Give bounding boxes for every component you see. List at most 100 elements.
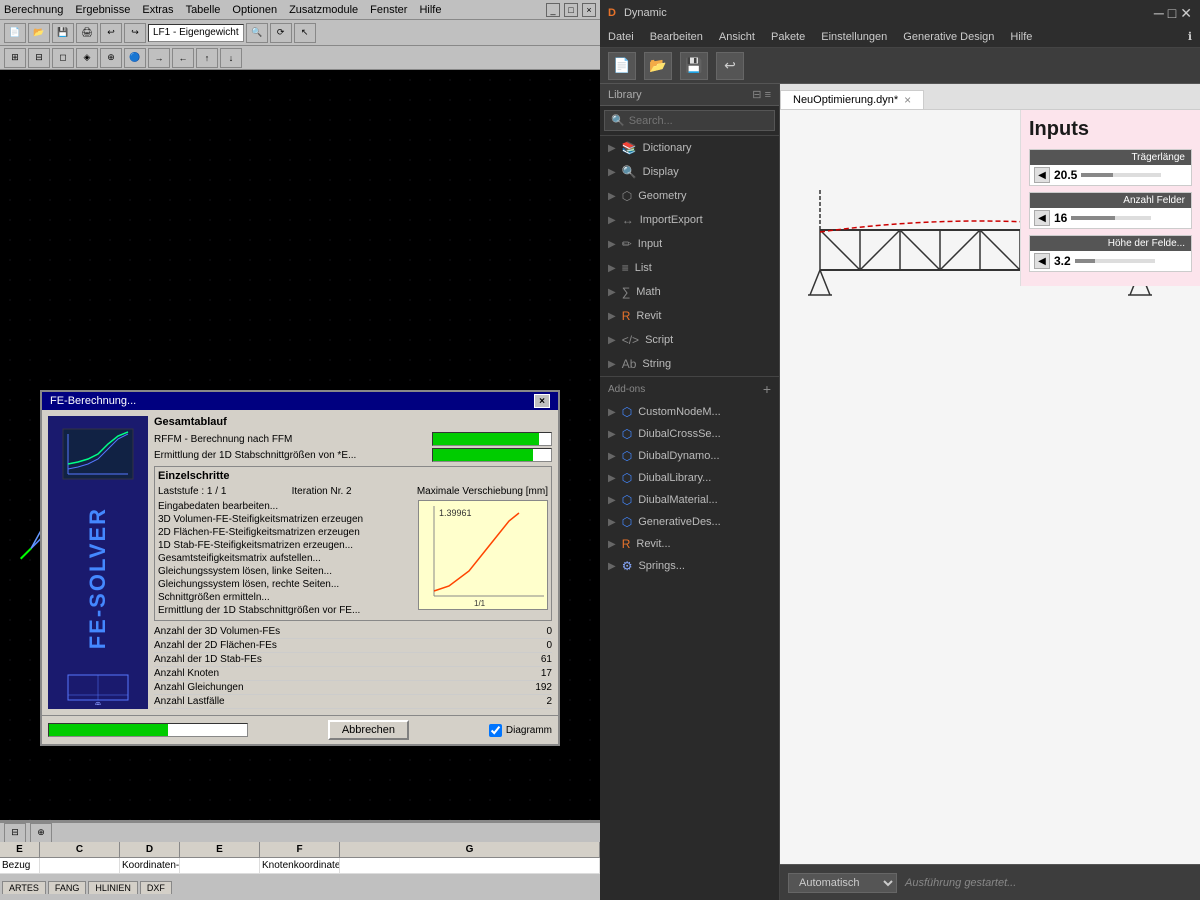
tab-hlinien[interactable]: HLINIEN bbox=[88, 881, 138, 894]
cell-knotenkoord[interactable]: Knotenkoordinaten bbox=[260, 858, 340, 873]
close-btn[interactable]: × bbox=[582, 3, 596, 17]
tb2-3[interactable]: ◻ bbox=[52, 48, 74, 68]
hoehe-slider[interactable] bbox=[1075, 259, 1155, 263]
dyn-new-btn[interactable]: 📄 bbox=[608, 52, 636, 80]
tb2-5[interactable]: ⊕ bbox=[100, 48, 122, 68]
lib-item-script[interactable]: ▶ </> Script bbox=[600, 328, 779, 352]
cell-koordinaten[interactable]: Koordinaten- bbox=[120, 858, 180, 873]
menu-extras[interactable]: Extras bbox=[142, 4, 173, 16]
tb-undo[interactable]: ↩ bbox=[100, 23, 122, 43]
dyn-open-btn[interactable]: 📂 bbox=[644, 52, 672, 80]
lib-item-revit[interactable]: ▶ R Revit bbox=[600, 304, 779, 328]
menu-optionen[interactable]: Optionen bbox=[232, 4, 277, 16]
menu-tabelle[interactable]: Tabelle bbox=[186, 4, 221, 16]
traeger-slider[interactable] bbox=[1081, 173, 1161, 177]
addon-icon-7: R bbox=[622, 537, 631, 551]
dynamo-close[interactable]: ✕ bbox=[1180, 5, 1192, 22]
lib-item-importexport[interactable]: ▶ ↔ ImportExport bbox=[600, 208, 779, 232]
tb-rotate[interactable]: ⟳ bbox=[270, 23, 292, 43]
lib-item-input[interactable]: ▶ ✏ Input bbox=[600, 232, 779, 256]
tb2-8[interactable]: ← bbox=[172, 48, 194, 68]
lib-label-script: Script bbox=[645, 334, 673, 346]
canvas-workspace[interactable]: Inputs Trägerlänge ◀ 20.5 bbox=[780, 110, 1200, 864]
hoehe-decrement[interactable]: ◀ bbox=[1034, 253, 1050, 269]
lib-item-dictionary[interactable]: ▶ 📚 Dictionary bbox=[600, 136, 779, 160]
traeger-decrement[interactable]: ◀ bbox=[1034, 167, 1050, 183]
addon-diubaldynamo[interactable]: ▶ ⬡ DiubalDynamo... bbox=[600, 445, 779, 467]
addons-add-icon[interactable]: + bbox=[763, 381, 771, 397]
addon-generativedes[interactable]: ▶ ⬡ GenerativeDes... bbox=[600, 511, 779, 533]
tab-artes[interactable]: ARTES bbox=[2, 881, 46, 894]
menu-zusatzmodule[interactable]: Zusatzmodule bbox=[289, 4, 358, 16]
traeger-val: 20.5 bbox=[1054, 168, 1077, 182]
abort-button[interactable]: Abbrechen bbox=[328, 720, 409, 740]
lib-item-list[interactable]: ▶ ≡ List bbox=[600, 256, 779, 280]
tb2-10[interactable]: ↓ bbox=[220, 48, 242, 68]
menu-ansicht[interactable]: Ansicht bbox=[719, 31, 755, 43]
lib-item-geometry[interactable]: ▶ ⬡ Geometry bbox=[600, 184, 779, 208]
col-E1: E bbox=[0, 842, 40, 857]
search-input-container[interactable]: 🔍 bbox=[604, 110, 775, 131]
menu-berechnung[interactable]: Berechnung bbox=[4, 4, 63, 16]
menu-ergebnisse[interactable]: Ergebnisse bbox=[75, 4, 130, 16]
tb-zoom[interactable]: 🔍 bbox=[246, 23, 268, 43]
result-label-0: Anzahl der 3D Volumen-FEs bbox=[154, 626, 280, 637]
tb2-4[interactable]: ◈ bbox=[76, 48, 98, 68]
addon-diubaliibrary[interactable]: ▶ ⬡ DiubalLibrary... bbox=[600, 467, 779, 489]
search-icon: 🔍 bbox=[611, 114, 625, 127]
tb-select[interactable]: ↖ bbox=[294, 23, 316, 43]
menu-bearbeiten[interactable]: Bearbeiten bbox=[650, 31, 703, 43]
tab-fang[interactable]: FANG bbox=[48, 881, 87, 894]
tb-print[interactable]: 🖨 bbox=[76, 23, 98, 43]
maximize-btn[interactable]: □ bbox=[564, 3, 578, 17]
canvas-tab-main[interactable]: NeuOptimierung.dyn* × bbox=[780, 90, 924, 109]
canvas-tab-close[interactable]: × bbox=[904, 93, 911, 107]
menu-gen-design[interactable]: Generative Design bbox=[903, 31, 994, 43]
addon-diubalcross[interactable]: ▶ ⬡ DiubalCrossSe... bbox=[600, 423, 779, 445]
dyn-save-btn[interactable]: 💾 bbox=[680, 52, 708, 80]
lib-item-math[interactable]: ▶ ∑ Math bbox=[600, 280, 779, 304]
menu-hilfe[interactable]: Hilfe bbox=[419, 4, 441, 16]
cell-empty3[interactable] bbox=[340, 858, 600, 873]
tb2-1[interactable]: ⊞ bbox=[4, 48, 26, 68]
spread-tb1[interactable]: ⊟ bbox=[4, 823, 26, 843]
addon-icon-2: ⬡ bbox=[622, 427, 632, 441]
menu-pakete[interactable]: Pakete bbox=[771, 31, 805, 43]
addon-diubalmaterial[interactable]: ▶ ⬡ DiubalMaterial... bbox=[600, 489, 779, 511]
tb-redo[interactable]: ↪ bbox=[124, 23, 146, 43]
menu-hilfe-dyn[interactable]: Hilfe bbox=[1010, 31, 1032, 43]
menu-fenster[interactable]: Fenster bbox=[370, 4, 407, 16]
tb2-7[interactable]: → bbox=[148, 48, 170, 68]
dynamo-minimize[interactable]: ─ bbox=[1154, 5, 1164, 22]
menu-info[interactable]: ℹ bbox=[1188, 30, 1192, 43]
tb-new[interactable]: 📄 bbox=[4, 23, 26, 43]
tb2-2[interactable]: ⊟ bbox=[28, 48, 50, 68]
anzahl-decrement[interactable]: ◀ bbox=[1034, 210, 1050, 226]
tb2-6[interactable]: 🔵 bbox=[124, 48, 146, 68]
tab-dxf[interactable]: DXF bbox=[140, 881, 172, 894]
lib-item-display[interactable]: ▶ 🔍 Display bbox=[600, 160, 779, 184]
anzahl-slider[interactable] bbox=[1071, 216, 1151, 220]
addon-revit[interactable]: ▶ R Revit... bbox=[600, 533, 779, 555]
diagram-checkbox[interactable] bbox=[489, 724, 502, 737]
cell-empty1[interactable] bbox=[40, 858, 120, 873]
menu-datei[interactable]: Datei bbox=[608, 31, 634, 43]
dynamo-title-text: Dynamic bbox=[624, 7, 667, 19]
addon-springs[interactable]: ▶ ⚙ Springs... bbox=[600, 555, 779, 577]
menu-einstellungen[interactable]: Einstellungen bbox=[821, 31, 887, 43]
addon-customnodem[interactable]: ▶ ⬡ CustomNodeM... bbox=[600, 401, 779, 423]
tb2-9[interactable]: ↑ bbox=[196, 48, 218, 68]
execution-mode-dropdown[interactable]: Automatisch bbox=[788, 873, 897, 893]
cell-bezug[interactable]: Bezug bbox=[0, 858, 40, 873]
dyn-undo-btn[interactable]: ↩ bbox=[716, 52, 744, 80]
search-field[interactable] bbox=[629, 115, 768, 127]
tb-open[interactable]: 📂 bbox=[28, 23, 50, 43]
dynamo-maximize[interactable]: □ bbox=[1168, 5, 1176, 22]
dialog-close-btn[interactable]: × bbox=[534, 394, 550, 408]
minimize-btn[interactable]: _ bbox=[546, 3, 560, 17]
tb-save[interactable]: 💾 bbox=[52, 23, 74, 43]
spread-tb2[interactable]: ⊕ bbox=[30, 823, 52, 843]
library-toggle[interactable]: ⊟ ≡ bbox=[752, 88, 771, 101]
cell-empty2[interactable] bbox=[180, 858, 260, 873]
lib-item-string[interactable]: ▶ Ab String bbox=[600, 352, 779, 376]
